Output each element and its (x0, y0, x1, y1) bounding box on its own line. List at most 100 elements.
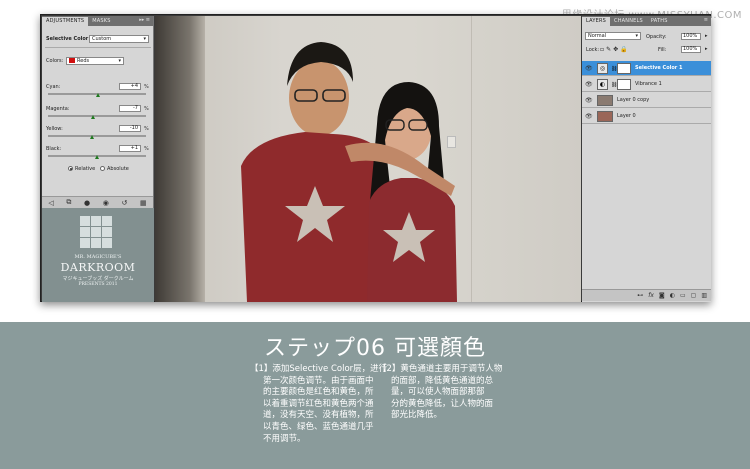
layer-mask-thumbnail[interactable] (617, 63, 631, 74)
tab-masks[interactable]: MASKS (88, 17, 114, 26)
adjustment-title: Selective Color (46, 36, 89, 42)
slider-value-input[interactable]: -7 (119, 105, 141, 112)
link-icon[interactable]: ⊷ (637, 292, 643, 299)
caption-line: 【1】添加Selective Color层，进行 (250, 364, 388, 374)
chevron-down-icon: ▾ (635, 33, 638, 39)
fill-input[interactable]: 100% (681, 46, 701, 53)
layer-name: Layer 0 (617, 113, 636, 119)
caption-line: 分的黄色降低，让人物的面 (391, 398, 494, 409)
tab-layers[interactable]: LAYERS (582, 17, 610, 26)
adjustments-tab-bar: ADJUSTMENTS MASKS ▸▸ ≡ (42, 16, 153, 26)
adjustments-panel: ADJUSTMENTS MASKS ▸▸ ≡ Selective Color C… (42, 16, 154, 208)
caption-line: 不用调节。 (263, 433, 306, 444)
delete-icon[interactable]: ▦ (140, 199, 147, 207)
opacity-label: Opacity: (646, 34, 667, 40)
photoshop-window: ADJUSTMENTS MASKS ▸▸ ≡ Selective Color C… (40, 14, 711, 302)
lock-icons[interactable]: ▫✎✥🔒 (600, 46, 630, 53)
slider-thumb[interactable] (94, 155, 99, 159)
preset-select[interactable]: Custom ▾ (89, 35, 149, 43)
eye-icon[interactable]: 👁 (585, 113, 593, 120)
layer-row[interactable]: 👁 Layer 0 (582, 109, 711, 124)
percent-sign: % (144, 106, 149, 112)
step-title: ステップ06 可選顏色 (264, 336, 486, 361)
fx-icon[interactable]: fx (648, 292, 654, 299)
layer-row[interactable]: 👁 ◐ ⛓ Vibrance 1 (582, 77, 711, 92)
caption-band: ステップ06 可選顏色 【1】添加Selective Color层，进行 第一次… (0, 322, 750, 469)
layers-footer: ⊷ fx ◙ ◐ ▭ ▢ ▥ (582, 289, 711, 301)
caption-line: 以着重调节红色和黄色两个通 (263, 398, 374, 409)
colors-select[interactable]: Reds ▾ (66, 57, 124, 65)
radio-absolute[interactable] (100, 166, 105, 171)
caption-column-2: 【2】黄色通道主要用于调节人物 的面部，降低黄色通道的总 量，可以使人物面部那部… (378, 364, 502, 422)
slider-label: Black: (46, 146, 62, 152)
caption-line: 部光比降低。 (391, 410, 443, 421)
layer-name: Vibrance 1 (635, 81, 662, 87)
layer-name: Layer 0 copy (617, 97, 650, 103)
eye-icon[interactable]: 👁 (585, 97, 593, 104)
tab-adjustments[interactable]: ADJUSTMENTS (42, 17, 89, 26)
adjustments-footer: ◁ ⧉ ● ◉ ↺ ▦ (42, 196, 153, 208)
back-icon[interactable]: ◁ (48, 199, 53, 207)
layer-row[interactable]: 👁 ◎ ⛓ Selective Color 1 (582, 61, 711, 76)
layer-thumbnail[interactable] (597, 95, 613, 106)
clip-icon[interactable]: ⧉ (66, 198, 71, 207)
eye-icon[interactable]: 👁 (585, 65, 593, 72)
visibility-icon[interactable]: ● (84, 199, 90, 207)
slider-track[interactable] (48, 135, 146, 137)
fill-label: Fill: (658, 47, 667, 53)
radio-absolute-label: Absolute (107, 166, 129, 172)
tab-paths[interactable]: PATHS (647, 17, 672, 26)
mask-icon[interactable]: ◙ (659, 292, 665, 299)
layers-panel: LAYERS CHANNELS PATHS ≡ Normal ▾ Opacity… (582, 16, 711, 302)
slider-track[interactable] (48, 115, 146, 117)
new-layer-icon[interactable]: ▢ (691, 292, 697, 299)
tab-channels[interactable]: CHANNELS (610, 17, 647, 26)
eye-icon[interactable]: ◉ (103, 199, 109, 207)
layers-tab-bar: LAYERS CHANNELS PATHS ≡ (582, 16, 711, 26)
darkroom-logo: MR. MAGICUBE'S DARKROOM マジキューブッズ ダークルーム … (42, 208, 154, 302)
reset-icon[interactable]: ↺ (121, 199, 127, 207)
percent-sign: % (144, 146, 149, 152)
radio-relative[interactable] (68, 166, 73, 171)
slider-thumb[interactable] (89, 135, 94, 139)
red-swatch-icon (69, 58, 75, 63)
adjustment-icon[interactable]: ◐ (670, 292, 675, 299)
colors-label: Colors: (46, 58, 64, 64)
chevron-down-icon: ▾ (143, 36, 146, 42)
slider-value-input[interactable]: +4 (119, 83, 141, 90)
logo-line1: MR. MAGICUBE'S (74, 254, 122, 260)
slider-thumb[interactable] (96, 93, 101, 97)
slider-label: Yellow: (46, 126, 63, 132)
slider-value-input[interactable]: -10 (119, 125, 141, 132)
percent-sign: % (144, 84, 149, 90)
layer-mask-thumbnail[interactable] (617, 79, 631, 90)
adjustment-layer-icon: ◎ (597, 63, 608, 74)
slider-label: Magenta: (46, 106, 70, 112)
layer-row[interactable]: 👁 Layer 0 copy (582, 93, 711, 108)
group-icon[interactable]: ▭ (680, 292, 686, 299)
colors-value: Reds (77, 58, 90, 64)
slider-value-input[interactable]: +1 (119, 145, 141, 152)
man-face (289, 60, 349, 136)
couple-photo (241, 42, 457, 302)
layer-name: Selective Color 1 (635, 65, 683, 71)
caption-line: 量，可以使人物面部那部 (391, 387, 485, 398)
caption-line: 第一次颜色调节。由于画面中 (263, 375, 374, 386)
chevron-right-icon[interactable]: ▸ (705, 33, 708, 39)
photo-canvas[interactable] (155, 16, 581, 302)
caption-line: 【2】黄色通道主要用于调节人物 (378, 364, 503, 374)
slider-thumb[interactable] (90, 115, 95, 119)
divider (45, 47, 151, 48)
chevron-right-icon[interactable]: ▸ (705, 46, 708, 52)
blend-mode-select[interactable]: Normal ▾ (585, 32, 641, 40)
panel-menu-icon[interactable]: ≡ (704, 17, 708, 23)
logo-line2: DARKROOM (60, 261, 136, 274)
panel-menu-icon[interactable]: ▸▸ ≡ (139, 17, 150, 23)
logo-line3: マジキューブッズ ダークルーム (62, 276, 134, 282)
logo-grid-icon (80, 216, 112, 248)
trash-icon[interactable]: ▥ (701, 292, 707, 299)
preset-value: Custom (92, 36, 112, 42)
layer-thumbnail[interactable] (597, 111, 613, 122)
opacity-input[interactable]: 100% (681, 33, 701, 40)
eye-icon[interactable]: 👁 (585, 81, 593, 88)
